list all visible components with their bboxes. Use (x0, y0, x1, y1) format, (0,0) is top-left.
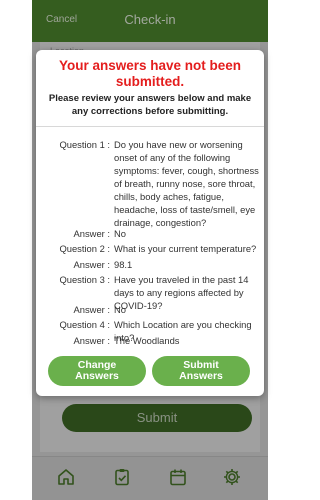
modal-title: Your answers have not been submitted. (58, 58, 242, 89)
answer-label: Answer : (73, 304, 110, 315)
answer-label: Answer : (73, 228, 110, 239)
question-label: Question 2 : (59, 243, 110, 254)
modal-divider (36, 126, 264, 127)
question-text: Do you have new or worsening onset of an… (114, 139, 259, 228)
modal-subtitle: Please review your answers below and mak… (48, 93, 252, 117)
submit-answers-button[interactable]: Submit Answers (152, 356, 250, 386)
answer-value: The Woodlands (114, 335, 180, 346)
question-label: Question 3 : (59, 274, 110, 285)
answer-label: Answer : (73, 259, 110, 270)
review-modal: Your answers have not been submitted. Pl… (36, 50, 264, 396)
change-answers-button[interactable]: Change Answers (48, 356, 146, 386)
answer-label: Answer : (73, 335, 110, 346)
answer-value: No (114, 228, 126, 239)
answer-value: 98.1 (114, 259, 133, 270)
question-text: What is your current temperature? (114, 243, 257, 254)
question-label: Question 1 : (59, 139, 110, 150)
change-answers-label-line2: Answers (75, 370, 119, 382)
submit-answers-label-line2: Answers (179, 370, 223, 382)
answer-value: No (114, 304, 126, 315)
question-label: Question 4 : (59, 319, 110, 330)
